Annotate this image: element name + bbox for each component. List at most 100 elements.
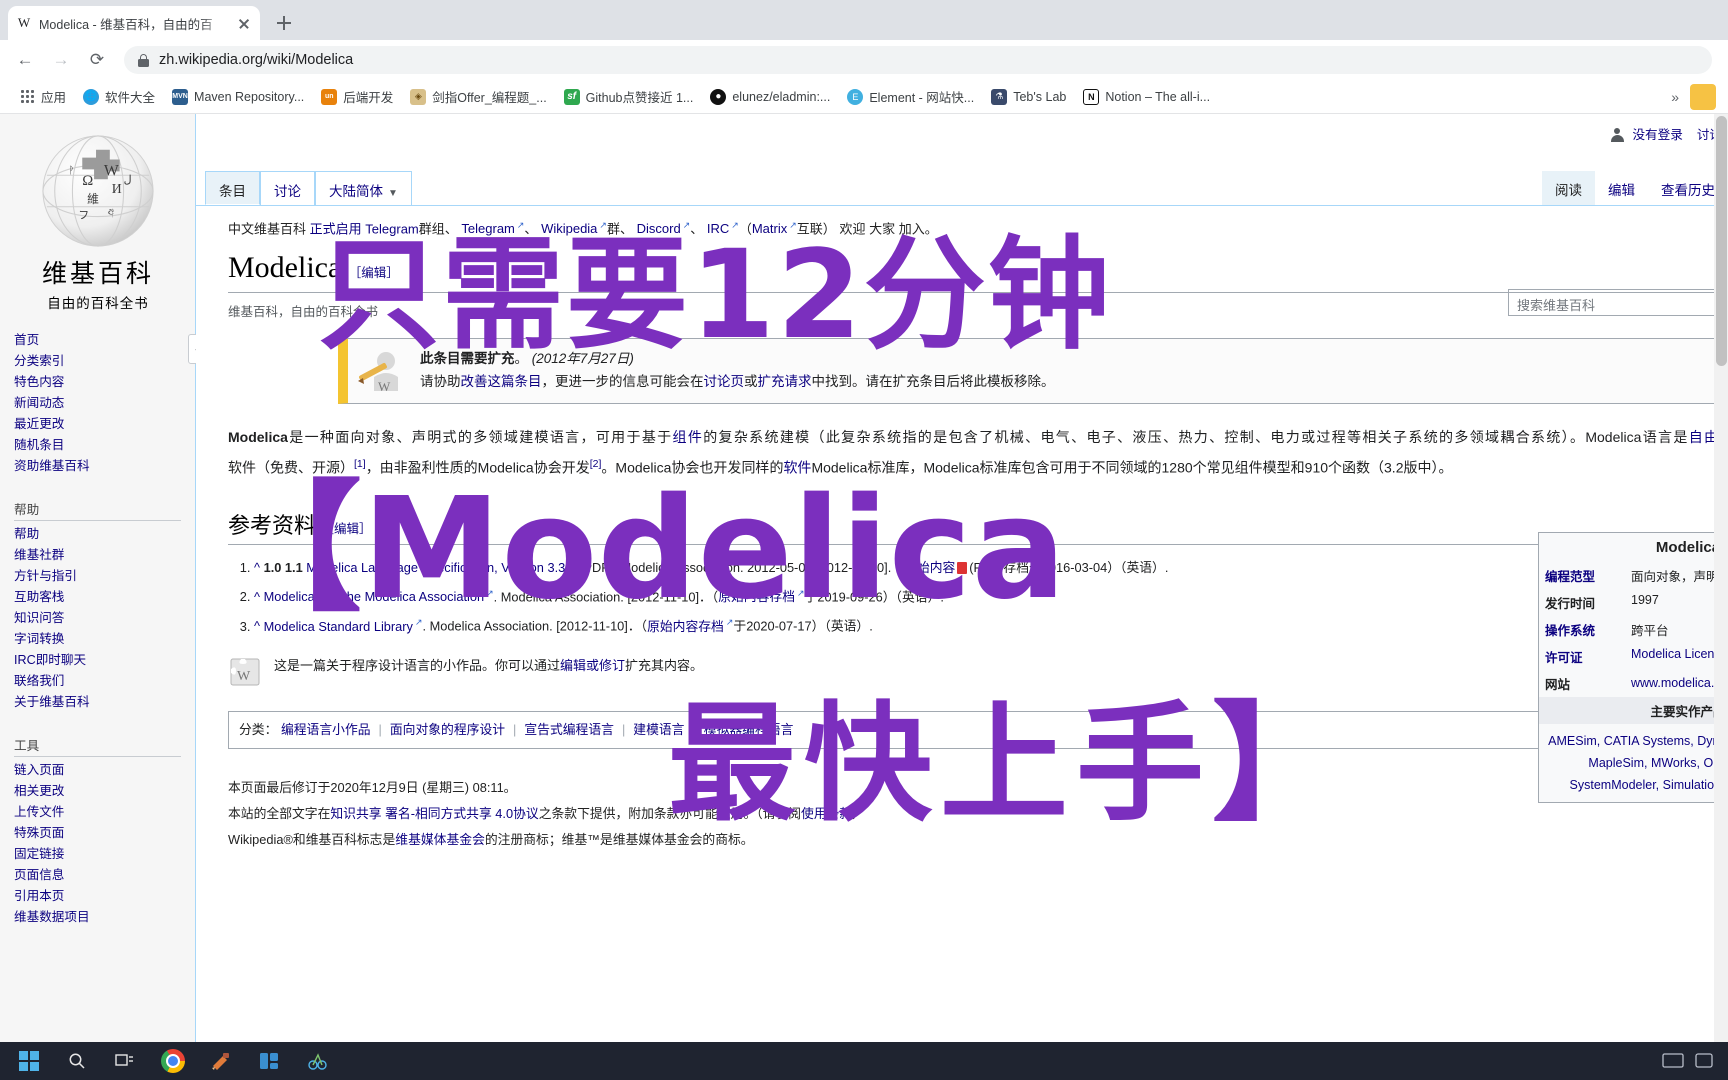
notification-icon[interactable] — [1694, 1052, 1714, 1070]
sidebar-item-category-index[interactable]: 分类索引 — [14, 351, 195, 372]
sidebar-item-contact[interactable]: 联络我们 — [14, 671, 195, 692]
tab-talk[interactable]: 讨论 — [260, 171, 315, 205]
ref-title-link[interactable]: Modelica Language Specification, Version… — [306, 560, 565, 575]
category-link[interactable]: 建模语言 — [633, 722, 684, 737]
sidebar-item-recent-changes[interactable]: 最近更改 — [14, 414, 195, 435]
sidebar-item-pageinfo[interactable]: 页面信息 — [14, 865, 195, 886]
license-link[interactable]: 知识共享 署名-相同方式共享 4.0协议 — [330, 806, 538, 821]
wmf-link[interactable]: 维基媒体基金会 — [395, 832, 485, 847]
paint-button[interactable] — [198, 1042, 244, 1080]
infobox-label-link[interactable]: 编程范型 — [1545, 570, 1595, 584]
sidebar-item-help[interactable]: 帮助 — [14, 524, 195, 545]
sidebar-item-specialpages[interactable]: 特殊页面 — [14, 823, 195, 844]
ref-title-link[interactable]: Modelica and the Modelica Association — [264, 589, 494, 604]
sitenotice-link-irc[interactable]: IRC — [707, 221, 739, 236]
sidebar-item-permalink[interactable]: 固定链接 — [14, 844, 195, 865]
category-link[interactable]: 面向对象的程序设计 — [390, 722, 505, 737]
sidebar-item-whatlinkshere[interactable]: 链入页面 — [14, 760, 195, 781]
lead-link-software[interactable]: 软件 — [783, 460, 811, 476]
bookmark-item[interactable]: un 后端开发 — [314, 84, 400, 109]
sidebar-item-donate[interactable]: 资助维基百科 — [14, 456, 195, 477]
scrollbar-thumb[interactable] — [1716, 116, 1727, 366]
sitenotice-link-telegram[interactable]: Telegram — [461, 221, 524, 236]
forward-button[interactable]: → — [46, 45, 76, 75]
ref-archive-link[interactable]: 原始内容 — [904, 560, 955, 575]
tab-variant-selector[interactable]: 大陆简体 ▼ — [315, 171, 412, 205]
ambox-talk-link[interactable]: 讨论页 — [704, 374, 745, 389]
ambox-improve-link[interactable]: 改善这篇条目 — [461, 374, 542, 389]
ref-archive-link[interactable]: 原始内容存档 — [647, 619, 733, 634]
sitenotice-link-discord[interactable]: Discord — [637, 221, 691, 236]
ide-button[interactable] — [294, 1042, 340, 1080]
wikipedia-tagline: 自由的百科全书 — [47, 296, 149, 311]
sitenotice-link-matrix[interactable]: Matrix — [752, 221, 797, 236]
category-link[interactable]: 编程语言小作品 — [281, 722, 371, 737]
sidebar-item-conversion[interactable]: 字词转换 — [14, 629, 195, 650]
sidebar-item-about[interactable]: 关于维基百科 — [14, 692, 195, 713]
bookmark-item[interactable]: 🌐 软件大全 — [76, 84, 162, 109]
ref-backlink-caret[interactable]: ^ — [254, 589, 260, 604]
bookmark-item[interactable]: E Element - 网站快... — [840, 84, 981, 109]
sidebar-item-citepage[interactable]: 引用本页 — [14, 886, 195, 907]
sitenotice-link-wikipedia[interactable]: Wikipedia — [541, 221, 607, 236]
sidebar-item-reference-desk[interactable]: 知识问答 — [14, 608, 195, 629]
category-link[interactable]: 模拟器编程语言 — [704, 722, 794, 737]
search-button[interactable] — [54, 1042, 100, 1080]
lead-t8: 。Modelica协会也开发 — [601, 459, 742, 476]
bookmark-item[interactable]: ◈ 剑指Offer_编程题_... — [403, 84, 553, 109]
browser-tab[interactable]: W Modelica - 维基百科，自由的百 — [8, 6, 260, 40]
sidebar-item-upload[interactable]: 上传文件 — [14, 802, 195, 823]
title-edit-link[interactable]: ［编辑］ — [349, 266, 399, 280]
tab-read[interactable]: 阅读 — [1542, 171, 1595, 205]
close-icon[interactable] — [236, 15, 252, 31]
screen-icon[interactable] — [1662, 1052, 1684, 1070]
app-button[interactable] — [246, 1042, 292, 1080]
back-button[interactable]: ← — [10, 45, 40, 75]
stub-edit-link[interactable]: 编辑或修订 — [560, 658, 625, 673]
category-link[interactable]: 宣告式编程语言 — [524, 722, 614, 737]
sidebar-item-news[interactable]: 新闻动态 — [14, 393, 195, 414]
ref-backlink-caret[interactable]: ^ — [254, 619, 260, 634]
wikipedia-logo[interactable]: W Ω И 維 ᚹ ل フ අ 维基百科 自由的百科全书 — [0, 114, 196, 312]
task-view-button[interactable] — [102, 1042, 148, 1080]
sidebar-item-featured[interactable]: 特色内容 — [14, 372, 195, 393]
sidebar-item-relatedchanges[interactable]: 相关更改 — [14, 781, 195, 802]
new-tab-button[interactable] — [270, 9, 298, 37]
terms-link[interactable]: 使用条款 — [801, 806, 852, 821]
bookmark-apps[interactable]: 应用 — [12, 84, 73, 109]
page-scrollbar[interactable] — [1714, 114, 1728, 1042]
chrome-button[interactable] — [150, 1042, 196, 1080]
infobox-label-link[interactable]: 操作系统 — [1545, 624, 1595, 638]
bookmark-item[interactable]: ⚗ Teb's Lab — [984, 86, 1073, 108]
ref-marker-2[interactable]: [2] — [590, 458, 602, 470]
sitenotice-link-1[interactable]: Telegram — [365, 221, 418, 236]
ambox-request-link[interactable]: 扩充请求 — [758, 374, 812, 389]
sidebar-item-wikidata[interactable]: 维基数据项目 — [14, 907, 195, 928]
tab-article[interactable]: 条目 — [205, 171, 260, 205]
sidebar-item-irc[interactable]: IRC即时聊天 — [14, 650, 195, 671]
sidebar-item-random[interactable]: 随机条目 — [14, 435, 195, 456]
start-button[interactable] — [6, 1042, 52, 1080]
sidebar-item-home[interactable]: 首页 — [14, 330, 195, 351]
ref-title-link[interactable]: Modelica Standard Library — [264, 619, 423, 634]
bookmarks-overflow-button[interactable]: » — [1663, 89, 1687, 105]
sidebar-item-village-pump[interactable]: 互助客栈 — [14, 587, 195, 608]
sidebar-item-community[interactable]: 维基社群 — [14, 545, 195, 566]
bookmark-item[interactable]: N Notion – The all-i... — [1076, 86, 1217, 108]
bookmark-item[interactable]: ● elunez/eladmin:... — [703, 86, 837, 108]
references-edit-link[interactable]: ［编辑］ — [322, 522, 372, 536]
sitenotice-link-0[interactable]: 正式启用 — [310, 221, 362, 236]
reload-button[interactable]: ⟳ — [82, 45, 112, 75]
bookmark-item[interactable]: MVN Maven Repository... — [165, 86, 311, 108]
ref-archive-link[interactable]: 原始内容存档 — [718, 589, 804, 604]
tab-edit[interactable]: 编辑 — [1595, 171, 1648, 205]
ref-backlink-caret[interactable]: ^ — [254, 560, 260, 575]
profile-avatar[interactable] — [1690, 83, 1716, 110]
lead-link-component[interactable]: 组件 — [673, 429, 704, 445]
ref-marker-1[interactable]: [1] — [354, 458, 366, 470]
infobox-label-link[interactable]: 许可证 — [1545, 651, 1583, 665]
address-bar[interactable]: zh.wikipedia.org/wiki/Modelica — [124, 46, 1712, 74]
not-logged-in-label[interactable]: 没有登录 — [1610, 124, 1683, 143]
bookmark-item[interactable]: sf Github点赞接近 1... — [557, 84, 701, 109]
sidebar-item-policies[interactable]: 方针与指引 — [14, 566, 195, 587]
